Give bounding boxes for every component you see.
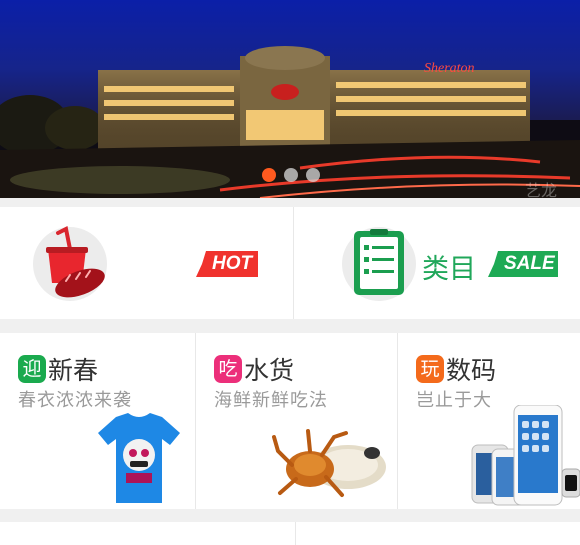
feature-cards-row: 迎 新春 春衣浓浓来袭 吃 水货 海鲜新鲜吃法 玩 数码 岂止于大 [0,333,580,509]
sale-tag: SALE [488,251,558,277]
card-subtitle: 春衣浓浓来袭 [18,390,132,411]
card-title: 新春 [48,356,99,385]
card-spring-fashion[interactable]: 迎 新春 春衣浓浓来袭 [0,333,196,509]
list-clipboard-icon [354,229,404,295]
next-tile-right[interactable] [296,522,580,545]
category-tile[interactable]: 类目 SALE [294,207,580,319]
crab-image [272,429,386,497]
carousel-indicator [262,168,320,182]
carousel-dot-1[interactable] [262,168,276,182]
card-badge: 吃 [214,355,242,383]
card-badge: 迎 [18,355,46,383]
card-title: 水货 [244,356,295,385]
card-seafood[interactable]: 吃 水货 海鲜新鲜吃法 [196,333,398,509]
cup-bread-icon [46,226,105,298]
category-label: 类目 [422,254,476,285]
next-tile-left[interactable] [0,522,296,545]
watermark-text: 艺龙 [525,181,557,198]
blue-tshirt-image [98,413,180,503]
card-title: 数码 [446,356,497,385]
card-header: 玩 数码 [416,351,496,387]
card-header: 迎 新春 [18,351,98,387]
card-digital[interactable]: 玩 数码 岂止于大 [398,333,580,509]
next-tiles-row [0,522,580,545]
hotel-sign-text: Sheraton [424,61,475,76]
promo-row: HOT 类目 SALE [0,207,580,319]
card-badge: 玩 [416,355,444,383]
hot-tag: HOT [196,251,258,277]
smartphones-image [471,405,580,506]
hero-banner[interactable]: Sheraton 艺龙 [0,0,580,198]
carousel-dot-2[interactable] [284,168,298,182]
card-header: 吃 水货 [214,351,294,387]
carousel-dot-3[interactable] [306,168,320,182]
hot-promo-tile[interactable]: HOT [0,207,294,319]
